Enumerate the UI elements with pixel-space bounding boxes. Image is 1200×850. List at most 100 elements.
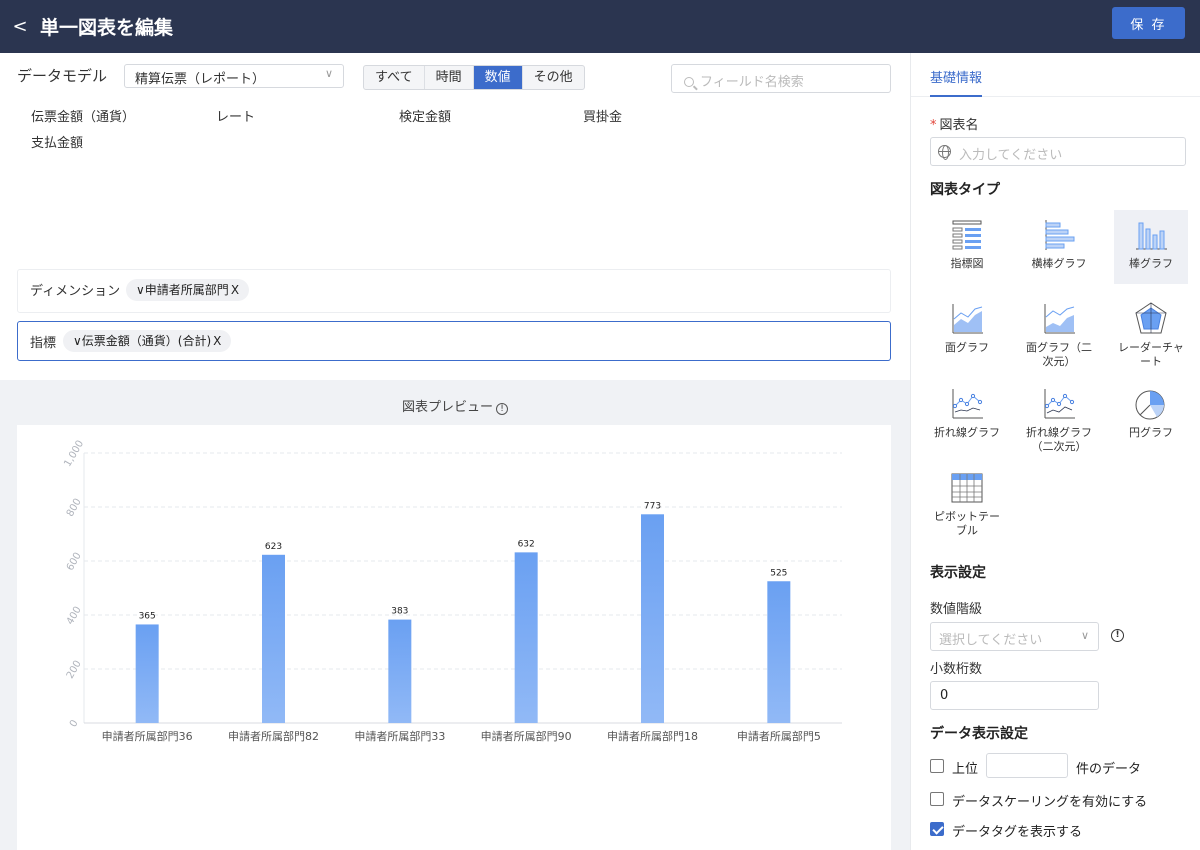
- y-tick-label: 200: [65, 659, 84, 681]
- data-label: 525: [770, 568, 787, 578]
- preview-title: 図表プレビュー!: [0, 396, 910, 415]
- chart-type-title: 図表タイプ: [930, 182, 1000, 198]
- indicator-dropzone[interactable]: 指標 ∨伝票金額（通貨）(合計) X: [17, 321, 891, 361]
- y-tick-label: 0: [68, 718, 81, 729]
- chart-type-label: レーダーチャート: [1118, 341, 1184, 368]
- y-tick-label: 600: [65, 551, 84, 573]
- close-icon[interactable]: X: [231, 283, 239, 297]
- chart-type-radar[interactable]: レーダーチャート: [1114, 294, 1188, 376]
- bar: [262, 554, 285, 723]
- scaling-checkbox[interactable]: [930, 792, 944, 806]
- decimal-input[interactable]: 0: [930, 681, 1099, 710]
- field-item[interactable]: 支払金額: [31, 132, 83, 151]
- chart-type-label: 面グラフ: [945, 341, 989, 354]
- x-tick-label: 申請者所属部門18: [607, 729, 698, 743]
- close-icon[interactable]: X: [213, 334, 221, 348]
- data-model-value: 精算伝票（レポート）: [135, 72, 266, 87]
- chart-type-label: 折れ線グラフ: [934, 426, 1000, 439]
- data-display-title: データ表示設定: [930, 726, 1028, 742]
- pie-chart-icon: [1135, 390, 1165, 420]
- chart-name-label: * 図表名: [930, 114, 979, 133]
- field-item[interactable]: 伝票金額（通貨）: [31, 106, 135, 125]
- indicator-label: 指標: [30, 336, 57, 351]
- chart-type-line-2d[interactable]: 折れ線グラフ（二次元）: [1022, 379, 1096, 461]
- chart-type-line[interactable]: 折れ線グラフ: [930, 379, 1004, 453]
- x-tick-label: 申請者所属部門82: [228, 729, 319, 743]
- show-tags-checkbox[interactable]: [930, 822, 944, 836]
- bar: [767, 581, 791, 723]
- x-tick-label: 申請者所属部門36: [102, 729, 193, 743]
- search-icon: [684, 77, 694, 87]
- display-settings-title: 表示設定: [930, 565, 986, 581]
- filter-other[interactable]: その他: [523, 66, 584, 89]
- chart-type-label: 棒グラフ: [1129, 257, 1173, 270]
- bar-chart-icon: [1136, 222, 1167, 250]
- chevron-down-icon: ∨: [324, 67, 333, 80]
- value-scale-placeholder: 選択してください: [939, 633, 1043, 648]
- show-tags-label: データタグを表示する: [952, 825, 1083, 840]
- preview-title-text: 図表プレビュー: [401, 400, 493, 415]
- filter-numeric[interactable]: 数値: [473, 66, 523, 89]
- top-n-checkbox[interactable]: [930, 759, 944, 773]
- decimal-label: 小数桁数: [930, 662, 983, 677]
- dimension-label: ディメンション: [30, 284, 121, 299]
- chart-name-label-text: 図表名: [939, 118, 979, 133]
- field-config-panel: データモデル 精算伝票（レポート） ∨ すべて 時間 数値 その他 フィールド名…: [0, 53, 910, 380]
- chart-type-area-2d[interactable]: 面グラフ（二次元）: [1022, 294, 1096, 376]
- chart-type-label: ピボットテーブル: [934, 510, 1000, 537]
- indicator-chart-icon: [952, 220, 982, 250]
- dimension-dropzone[interactable]: ディメンション ∨申請者所属部門 X: [17, 269, 891, 313]
- chart-type-label: 円グラフ: [1129, 426, 1173, 439]
- bar: [388, 619, 412, 723]
- chart-type-area[interactable]: 面グラフ: [930, 294, 1004, 368]
- top-n-input[interactable]: [986, 753, 1068, 778]
- y-tick-label: 1,000: [62, 439, 86, 469]
- indicator-chip-label: 伝票金額（通貨）(合計): [81, 334, 212, 348]
- chart-type-pie[interactable]: 円グラフ: [1114, 379, 1188, 453]
- scaling-label: データスケーリングを有効にする: [952, 795, 1148, 810]
- x-tick-label: 申請者所属部門33: [354, 729, 445, 743]
- chart-type-label: 横棒グラフ: [1031, 257, 1087, 270]
- data-label: 773: [644, 501, 661, 511]
- filter-all[interactable]: すべて: [364, 66, 425, 89]
- chart-type-bar[interactable]: 棒グラフ: [1114, 210, 1188, 284]
- chevron-left-icon: <: [12, 16, 28, 37]
- indicator-chip[interactable]: ∨伝票金額（通貨）(合計) X: [63, 330, 232, 352]
- info-icon[interactable]: !: [496, 403, 508, 415]
- chart-type-indicator[interactable]: 指標図: [930, 210, 1004, 284]
- tab-basic-info[interactable]: 基礎情報: [930, 67, 983, 97]
- chart-preview: 0 200 400 600 800 1,000 365 申請者所属部門36 623 申請者所属部門…: [17, 425, 891, 850]
- x-tick-label: 申請者所属部門90: [481, 729, 572, 743]
- back-button[interactable]: <: [0, 0, 40, 53]
- horizontal-bar-icon: [1045, 220, 1075, 250]
- x-tick-label: 申請者所属部門5: [737, 729, 821, 743]
- field-item[interactable]: 検定金額: [399, 106, 451, 125]
- data-label: 623: [265, 542, 282, 552]
- field-search-input[interactable]: フィールド名検索: [671, 64, 891, 93]
- dimension-chip[interactable]: ∨申請者所属部門 X: [126, 279, 250, 301]
- top-n-label: 上位: [952, 762, 979, 777]
- value-scale-select[interactable]: 選択してください ∨: [930, 622, 1099, 651]
- bar: [514, 552, 538, 723]
- chevron-down-icon: ∨: [1080, 629, 1089, 642]
- chart-name-placeholder: 入力してください: [959, 148, 1063, 163]
- chevron-down-icon: ∨: [73, 334, 82, 348]
- save-button[interactable]: 保 存: [1112, 7, 1185, 39]
- data-model-select[interactable]: 精算伝票（レポート） ∨: [124, 64, 344, 88]
- chart-type-label: 指標図: [950, 257, 984, 270]
- filter-time[interactable]: 時間: [425, 66, 474, 89]
- page-title: 単一図表を編集: [40, 17, 174, 39]
- field-type-filter: すべて 時間 数値 その他: [363, 65, 585, 90]
- info-icon[interactable]: !: [1111, 629, 1124, 642]
- field-item[interactable]: レート: [216, 106, 255, 125]
- value-scale-label: 数値階級: [930, 602, 983, 617]
- chart-name-input[interactable]: 入力してください: [930, 137, 1186, 166]
- chart-type-horizontal-bar[interactable]: 横棒グラフ: [1022, 210, 1096, 284]
- field-item[interactable]: 買掛金: [583, 106, 622, 125]
- chevron-down-icon: ∨: [136, 283, 145, 297]
- data-model-label: データモデル: [17, 67, 108, 85]
- chart-type-pivot[interactable]: ピボットテーブル: [930, 463, 1004, 545]
- y-tick-label: 800: [65, 497, 84, 519]
- area-chart-2d-icon: [1044, 304, 1075, 334]
- dimension-chip-label: 申請者所属部門: [144, 283, 229, 297]
